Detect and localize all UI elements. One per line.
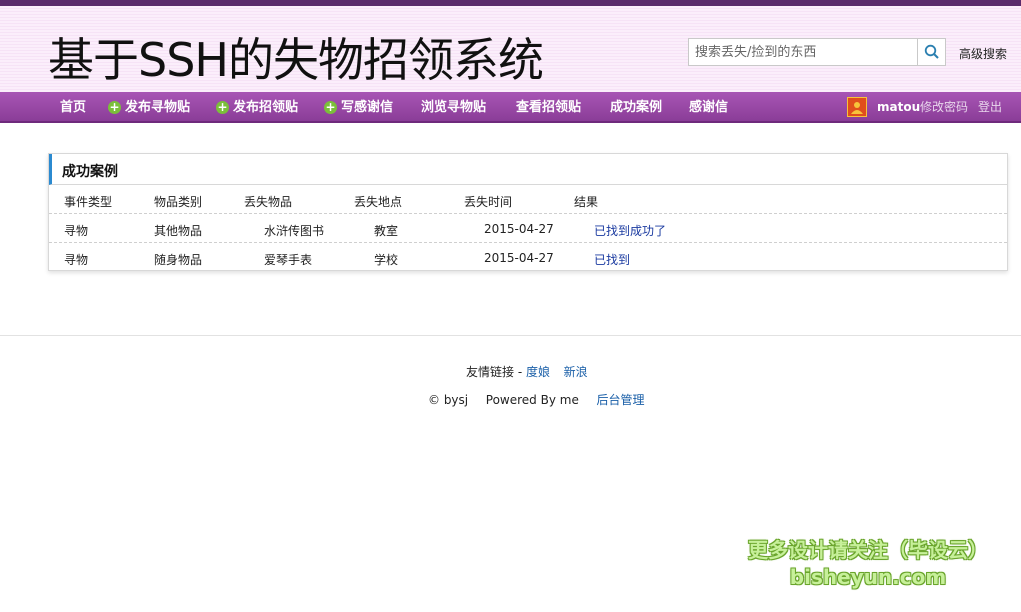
admin-link[interactable]: 后台管理 (597, 393, 645, 407)
main-nav: 首页 + 发布寻物贴 + 发布招领贴 + 写感谢信 浏览寻物贴 查看招领贴 成功案例 … (0, 92, 1021, 123)
cell-lost-time: 2015-04-27 (484, 222, 554, 236)
nav-success-cases[interactable]: 成功案例 (610, 92, 662, 123)
cell-lost-place: 教室 (374, 224, 399, 238)
panel-title: 成功案例 (62, 164, 118, 180)
plus-circle-icon: + (216, 100, 229, 114)
search-input[interactable] (689, 39, 917, 65)
cell-item-category: 其他物品 (154, 224, 203, 238)
row-divider (49, 213, 1007, 214)
nav-label: 查看招领贴 (516, 100, 582, 115)
advanced-search-link[interactable]: 高级搜索 (959, 45, 1007, 62)
column-header: 丢失时间 (464, 195, 513, 209)
column-header: 丢失地点 (354, 195, 403, 209)
avatar-icon (851, 102, 863, 114)
column-header: 结果 (574, 195, 599, 209)
friend-link-sina[interactable]: 新浪 (564, 365, 588, 379)
cell-lost-item: 水浒传图书 (264, 224, 325, 238)
nav-home[interactable]: 首页 (60, 92, 86, 123)
plus-circle-icon: + (108, 100, 121, 114)
watermark-line1: 更多设计请关注（毕设云） (748, 538, 988, 562)
column-header: 物品类别 (154, 195, 203, 209)
nav-browse-lost[interactable]: 浏览寻物贴 (421, 92, 486, 123)
row-divider (49, 242, 1007, 243)
nav-label: 写感谢信 (341, 100, 394, 115)
nav-label: 发布招领贴 (233, 100, 299, 115)
search-button[interactable] (918, 38, 946, 66)
cell-lost-place: 学校 (374, 253, 399, 267)
nav-post-found[interactable]: + 发布招领贴 (216, 92, 298, 123)
change-password-link[interactable]: 修改密码 (920, 92, 968, 123)
copyright-text: © bysj (428, 393, 469, 407)
search-icon (924, 44, 939, 59)
friend-links: 友情链接 - 度娘 新浪 (466, 363, 588, 380)
nav-thanks-letters[interactable]: 感谢信 (689, 92, 728, 123)
cell-result-link[interactable]: 已找到 (594, 251, 630, 268)
column-header: 丢失物品 (244, 195, 293, 209)
cell-item-category: 随身物品 (154, 253, 203, 267)
nav-label: 成功案例 (610, 100, 663, 115)
nav-label: 浏览寻物贴 (421, 100, 487, 115)
nav-write-thanks[interactable]: + 写感谢信 (324, 92, 393, 123)
column-header: 事件类型 (64, 195, 113, 209)
friend-link-duniang[interactable]: 度娘 (526, 365, 550, 379)
cell-lost-item: 爱琴手表 (264, 253, 313, 267)
powered-by-text: Powered By me (485, 393, 579, 407)
site-title: 基于SSH的失物招领系统 (48, 33, 544, 87)
watermark: 更多设计请关注（毕设云） bisheyun.com (738, 536, 998, 590)
nav-label: 感谢信 (689, 100, 729, 115)
cell-event-type: 寻物 (64, 253, 89, 267)
nav-label: 发布寻物贴 (125, 100, 191, 115)
copyright-line: © bysj Powered By me 后台管理 (428, 391, 645, 408)
nav-post-lost[interactable]: + 发布寻物贴 (108, 92, 190, 123)
logout-link[interactable]: 登出 (978, 92, 1002, 123)
plus-circle-icon: + (324, 100, 337, 114)
watermark-line2: bisheyun.com (789, 565, 947, 589)
username[interactable]: matou (877, 92, 920, 123)
nav-label: 首页 (60, 100, 87, 115)
footer-divider (0, 335, 1021, 336)
cell-event-type: 寻物 (64, 224, 89, 238)
panel-header: 成功案例 (49, 154, 1007, 185)
user-avatar[interactable] (847, 97, 867, 117)
search-box[interactable] (688, 38, 918, 66)
success-cases-panel: 成功案例 事件类型 物品类别 丢失物品 丢失地点 丢失时间 结果 寻物 其他物品… (48, 153, 1008, 271)
cell-result-link[interactable]: 已找到成功了 (594, 222, 666, 239)
friend-links-label: 友情链接 - (466, 365, 526, 379)
cell-lost-time: 2015-04-27 (484, 251, 554, 265)
nav-view-found[interactable]: 查看招领贴 (516, 92, 581, 123)
